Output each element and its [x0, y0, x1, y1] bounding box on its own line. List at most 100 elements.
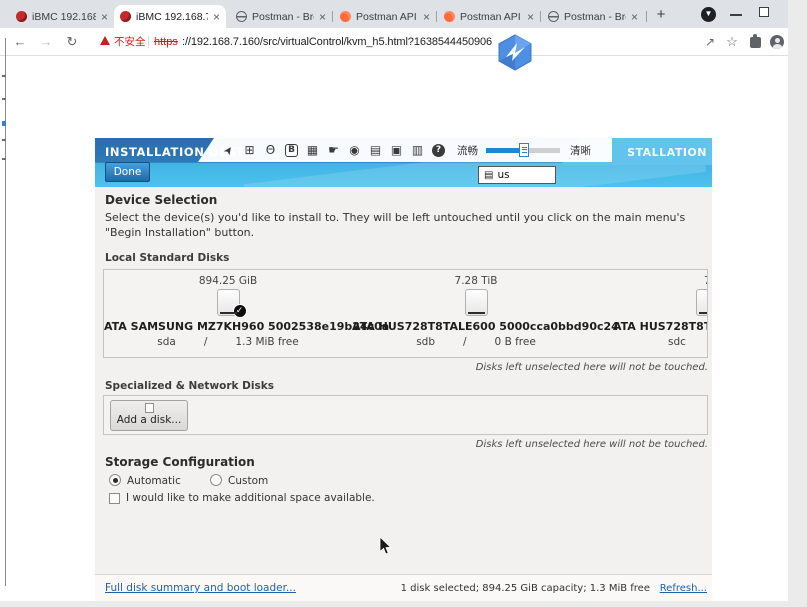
address-separator — [148, 36, 149, 48]
additional-space-checkbox[interactable] — [109, 493, 120, 504]
edge-tick — [2, 139, 6, 141]
disk-details: sda / 1.3 MiB free — [104, 336, 352, 348]
browser-update-icon[interactable]: ▼ — [701, 7, 716, 22]
anaconda-installer: INSTALLATION DEST STALLATION ➤ ⊞ Θ B ▦ ☛… — [95, 138, 712, 601]
keyboard-layout-indicator[interactable]: ▤ us — [478, 166, 556, 184]
network-disks-heading: Specialized & Network Disks — [105, 380, 274, 392]
url-text[interactable]: ://192.168.7.160/src/virtualControl/kvm_… — [182, 28, 492, 56]
device-selection-description: Select the device(s) you'd like to insta… — [105, 210, 701, 240]
reload-icon[interactable]: ↻ — [64, 28, 80, 56]
tab-close-icon[interactable]: × — [423, 10, 430, 24]
tab-strip: iBMC 192.168.7.16 × iBMC 192.168.7.16 × … — [0, 0, 788, 28]
unselected-disks-note: Disks left unselected here will not be t… — [476, 439, 708, 450]
tab-close-icon[interactable]: × — [319, 10, 326, 24]
cdrom-icon[interactable]: ◉ — [346, 142, 363, 159]
browser-window: iBMC 192.168.7.16 × iBMC 192.168.7.16 × … — [0, 0, 788, 601]
radio-custom-label[interactable]: Custom — [228, 475, 268, 487]
add-disk-button[interactable]: Add a disk... — [110, 400, 188, 431]
disk-size: 7.28 TiB — [352, 275, 600, 287]
disk-mount: / — [463, 336, 467, 348]
tab-label: Postman API Platfo — [356, 11, 418, 23]
add-disk-label: Add a disk... — [111, 414, 187, 426]
disk-size: 894.25 GiB — [104, 275, 352, 287]
edge-tick — [2, 158, 6, 160]
keyboard-layout-label: us — [497, 169, 509, 181]
tab-label: iBMC 192.168.7.16 — [136, 11, 208, 23]
tab-ibmc-2-active[interactable]: iBMC 192.168.7.16 × — [114, 5, 226, 28]
tab-postman-browse-1[interactable]: Postman - Browse × — [230, 5, 332, 28]
disk-sdb[interactable]: 7.28 TiB ATA HUS728T8TALE600 5000cca0bbd… — [352, 270, 600, 357]
disk-sda[interactable]: 894.25 GiB ✓ ATA SAMSUNG MZ7KH960 500253… — [104, 270, 352, 357]
tab-label: Postman - Browse — [564, 11, 626, 23]
globe-favicon — [548, 11, 559, 22]
kvm-app-logo — [495, 34, 535, 76]
share-icon[interactable]: ↗ — [702, 28, 718, 56]
tab-postman-api-2[interactable]: Postman API Platfo × — [438, 5, 540, 28]
disk-free: 1.3 MiB free — [235, 336, 298, 348]
virtual-keyboard-icon[interactable]: ▥ — [409, 142, 426, 159]
new-tab-button[interactable]: + — [652, 6, 670, 24]
back-icon[interactable]: ← — [12, 28, 28, 56]
window-minimize-button[interactable] — [730, 14, 742, 16]
refresh-link[interactable]: Refresh... — [660, 583, 707, 594]
floppy-icon[interactable]: ▤ — [367, 142, 384, 159]
kvm-toolbar: ➤ ⊞ Θ B ▦ ☛ ◉ ▤ ▣ ▥ ? 流畅 — [198, 138, 612, 162]
edge-tick — [2, 98, 6, 100]
help-icon[interactable]: ? — [432, 144, 445, 157]
postman-favicon — [340, 11, 351, 22]
tab-close-icon[interactable]: × — [527, 10, 534, 24]
disk-details: sdb / 0 B free — [352, 336, 600, 348]
additional-space-label[interactable]: I would like to make additional space av… — [126, 492, 375, 504]
tab-label: Postman - Browse — [252, 11, 314, 23]
disk-mount: / — [204, 336, 208, 348]
tab-label: Postman API Platfo — [460, 11, 522, 23]
quality-slider[interactable] — [486, 148, 560, 153]
radio-custom[interactable] — [210, 474, 222, 486]
tab-close-icon[interactable]: × — [213, 10, 220, 24]
tab-postman-browse-2[interactable]: Postman - Browse × — [542, 5, 644, 28]
disk-name: ATA HUS728T8TALE600 5000cca0bbd90c24 — [352, 320, 600, 333]
disk-name: ATA SAMSUNG MZ7KH960 5002538e19b24c0a — [104, 320, 352, 333]
tab-postman-api-1[interactable]: Postman API Platfo × — [334, 5, 436, 28]
fullscreen-icon[interactable]: ⊞ — [241, 142, 258, 159]
disk-icon: ✓ — [217, 289, 240, 316]
edge-tick — [2, 75, 6, 77]
tab-separator — [436, 11, 437, 22]
tab-close-icon[interactable]: × — [101, 10, 108, 24]
disk-device: sda — [157, 336, 176, 348]
full-disk-summary-link[interactable]: Full disk summary and boot loader... — [105, 582, 296, 594]
disk-free: 0 B free — [495, 336, 536, 348]
tab-ibmc-1[interactable]: iBMC 192.168.7.16 × — [10, 5, 114, 28]
keyboard-b-icon[interactable]: B — [285, 144, 298, 157]
tab-separator — [540, 11, 541, 22]
radio-automatic[interactable] — [109, 474, 121, 486]
done-button[interactable]: Done — [105, 162, 150, 182]
keyboard-layout-icon: ▤ — [484, 170, 493, 181]
disk-details: sdc — [600, 336, 708, 348]
url-protocol: https — [154, 28, 178, 56]
security-warning-label: 不安全 — [114, 28, 146, 56]
tab-close-icon[interactable]: × — [631, 10, 638, 24]
additional-space-option: I would like to make additional space av… — [109, 492, 375, 504]
radio-automatic-label[interactable]: Automatic — [127, 475, 181, 487]
record-icon[interactable]: ▣ — [388, 142, 405, 159]
bookmark-star-icon[interactable]: ☆ — [724, 28, 740, 56]
postman-favicon — [444, 11, 455, 22]
mouse-sync-icon[interactable]: ☛ — [325, 142, 342, 159]
security-warning-icon[interactable] — [100, 36, 110, 45]
disk-name: ATA HUS728T8TAL — [600, 320, 708, 333]
window-maximize-button[interactable] — [759, 7, 769, 17]
disk-sdc[interactable]: 7 ATA HUS728T8TAL sdc — [600, 270, 708, 357]
slider-smooth-label: 流畅 — [457, 143, 478, 158]
disk-device: sdb — [416, 336, 435, 348]
forward-icon[interactable]: → — [38, 28, 54, 56]
extensions-icon[interactable] — [750, 37, 761, 48]
pin-icon[interactable]: ➤ — [217, 138, 241, 162]
power-icon[interactable]: Θ — [262, 142, 279, 159]
quality-slider-handle[interactable] — [519, 143, 529, 157]
tab-separator — [646, 11, 647, 22]
profile-avatar[interactable] — [770, 35, 784, 49]
ibmc-favicon — [120, 11, 131, 22]
address-bar[interactable]: ← → ↻ 不安全 https ://192.168.7.160/src/vir… — [0, 28, 788, 56]
combo-key-icon[interactable]: ▦ — [304, 142, 321, 159]
